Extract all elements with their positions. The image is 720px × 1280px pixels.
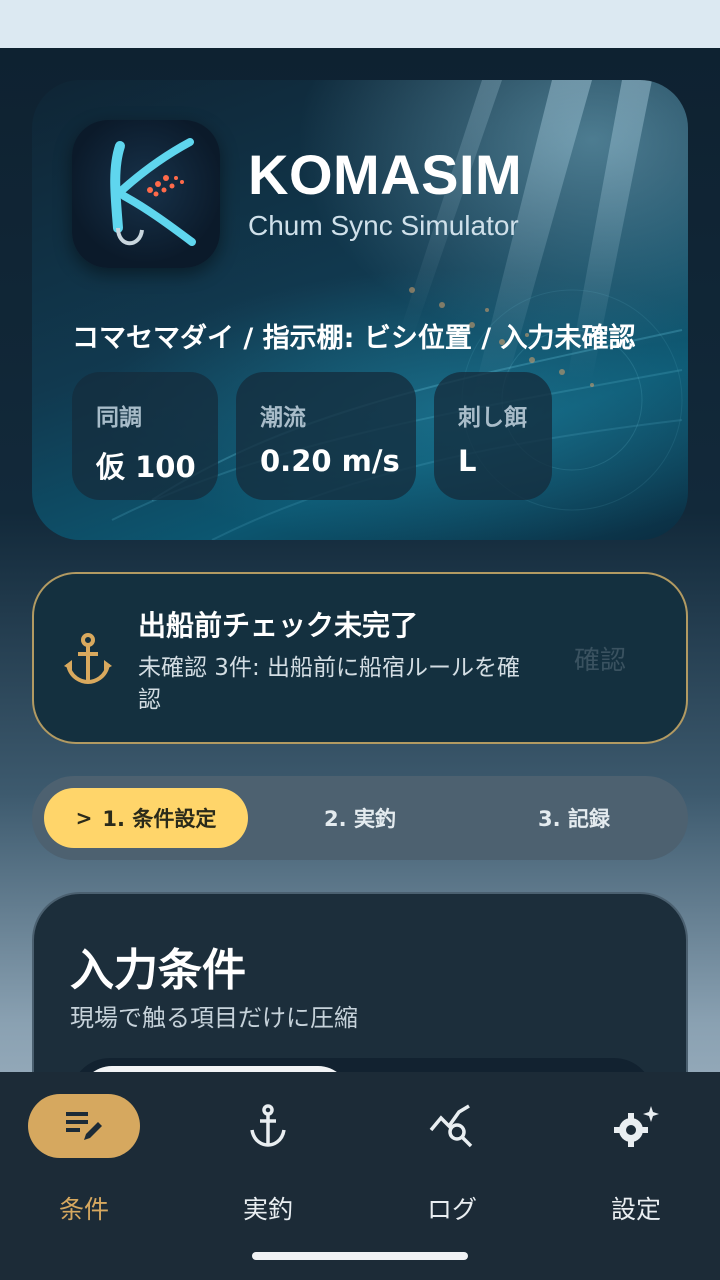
section-title: 入力条件 <box>70 945 246 996</box>
step-tab-fishing[interactable]: 2. 実釣 <box>254 788 466 848</box>
stat-current: 潮流 0.20 m/s <box>236 372 416 500</box>
app-title: KOMASIM <box>248 143 523 206</box>
app-subtitle: Chum Sync Simulator <box>248 210 519 241</box>
edit-list-icon <box>66 1112 102 1140</box>
nav-label: 設定 <box>610 1195 661 1224</box>
alert-body: 未確認 3件: 出船前に船宿ルールを確認 <box>138 655 521 713</box>
condition-summary: コマセマダイ / 指示棚: ビシ位置 / 入力未確認 <box>72 323 636 354</box>
nav-icon-container <box>580 1094 692 1158</box>
home-indicator <box>252 1252 468 1260</box>
stat-label: 刺し餌 <box>458 405 527 431</box>
stat-sync: 同調 仮 100 <box>72 372 218 500</box>
settings-sparkle-icon <box>614 1106 659 1147</box>
stat-value: 0.20 m/s <box>260 444 400 478</box>
step-tab-conditions[interactable]: > 1. 条件設定 <box>44 788 248 848</box>
anchor-icon <box>64 633 112 685</box>
nav-icon-container <box>28 1094 140 1158</box>
confirm-button[interactable]: 確認 <box>574 640 626 677</box>
chevron-right-icon: > <box>75 806 93 830</box>
nav-item-log[interactable]: ログ <box>392 1094 512 1234</box>
pre-departure-check-alert[interactable]: 出船前チェック未完了 未確認 3件: 出船前に船宿ルールを確認 確認 <box>32 572 688 744</box>
nav-item-settings[interactable]: 設定 <box>576 1094 696 1234</box>
nav-icon-container <box>396 1094 508 1158</box>
nav-label: 条件 <box>58 1195 109 1224</box>
chart-search-icon <box>429 1104 473 1148</box>
nav-item-fishing[interactable]: 実釣 <box>208 1094 328 1234</box>
step-label: 1. 条件設定 <box>102 807 217 831</box>
nav-item-conditions[interactable]: 条件 <box>24 1094 144 1234</box>
app-logo <box>72 120 220 268</box>
nav-label: ログ <box>426 1195 477 1224</box>
stat-value: 仮 100 <box>96 450 196 484</box>
status-bar <box>0 0 720 48</box>
step-label: 2. 実釣 <box>324 807 396 831</box>
anchor-icon <box>250 1104 286 1147</box>
step-label: 3. 記録 <box>538 807 610 831</box>
section-subtitle: 現場で触る項目だけに圧縮 <box>70 1004 358 1032</box>
stat-value: L <box>458 444 477 478</box>
alert-title: 出船前チェック未完了 <box>138 609 419 642</box>
stat-bait: 刺し餌 L <box>434 372 552 500</box>
nav-icon-container <box>212 1094 324 1158</box>
bottom-navigation: 条件 実釣 ログ 設定 <box>0 1072 720 1280</box>
step-tab-record[interactable]: 3. 記録 <box>468 788 680 848</box>
step-tabs: > 1. 条件設定 2. 実釣 3. 記録 <box>32 776 688 860</box>
hero-card: KOMASIM Chum Sync Simulator コマセマダイ / 指示棚… <box>32 80 688 540</box>
stat-label: 同調 <box>96 405 142 431</box>
stat-label: 潮流 <box>260 405 306 431</box>
nav-label: 実釣 <box>242 1195 293 1224</box>
